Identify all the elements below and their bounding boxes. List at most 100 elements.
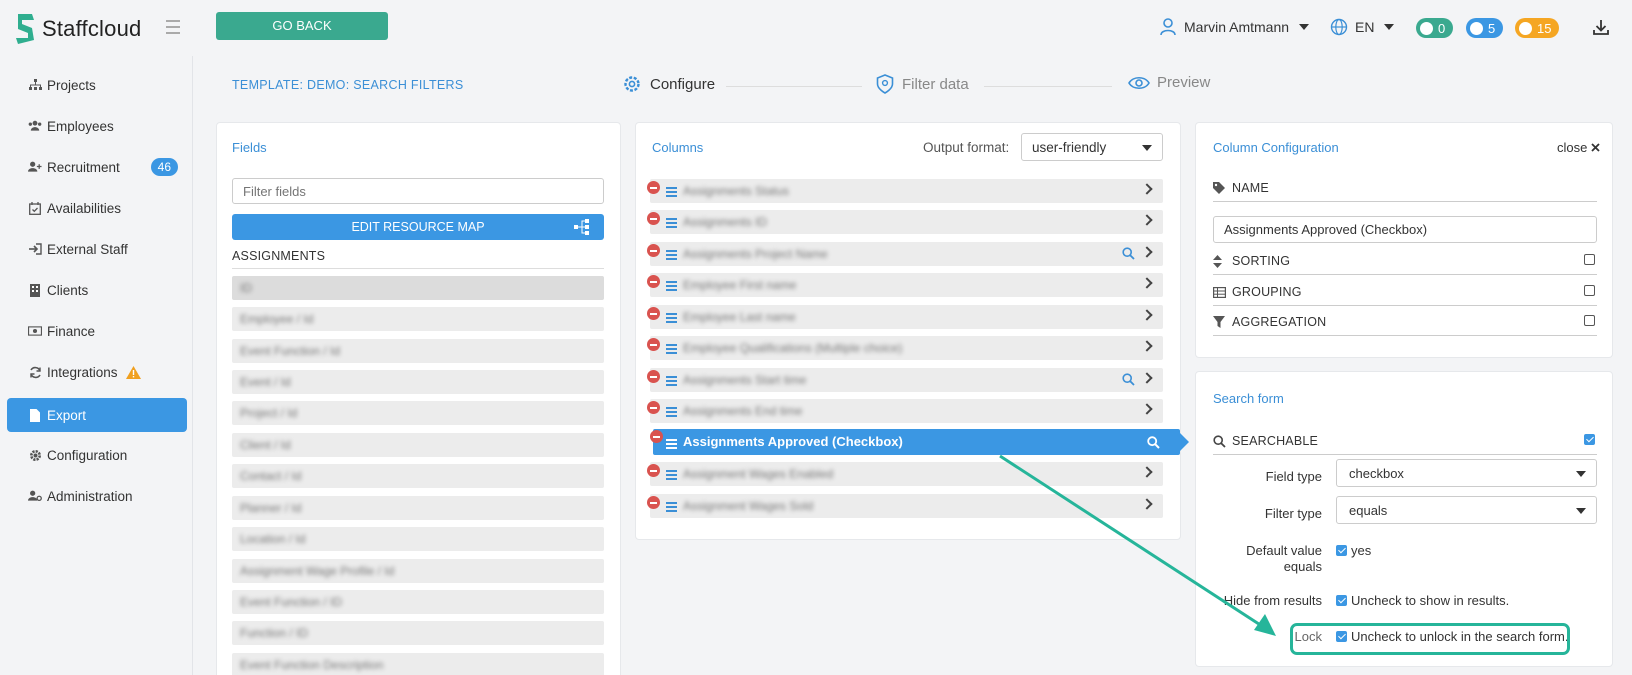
chevron-right-icon[interactable] — [1141, 246, 1153, 258]
language-code: EN — [1355, 19, 1375, 35]
hide-from-results-checkbox[interactable] — [1336, 595, 1347, 606]
sidebar-item-availabilities[interactable]: Availabilities — [7, 191, 187, 225]
chevron-right-icon[interactable] — [1141, 183, 1153, 195]
chevron-right-icon[interactable] — [1141, 340, 1153, 352]
drag-handle-icon[interactable] — [666, 281, 677, 293]
column-name-input[interactable]: Assignments Approved (Checkbox) — [1213, 216, 1597, 243]
column-row[interactable]: Assignments ID — [647, 210, 1163, 234]
download-icon[interactable] — [1592, 18, 1610, 36]
field-row[interactable]: Event Function / Id — [232, 339, 604, 363]
sorting-checkbox[interactable] — [1584, 254, 1595, 265]
sidebar-item-administration[interactable]: Administration — [7, 479, 187, 513]
pending-counter[interactable]: 15 — [1515, 18, 1560, 38]
field-row[interactable]: Event Function Description — [232, 653, 604, 675]
remove-icon[interactable] — [647, 370, 660, 383]
remove-icon[interactable] — [647, 464, 660, 477]
hide-from-results-text: Uncheck to show in results. — [1351, 593, 1510, 608]
remove-icon[interactable] — [647, 212, 660, 225]
sidebar-item-projects[interactable]: Projects — [7, 68, 187, 102]
sidebar-item-clients[interactable]: Clients — [7, 273, 187, 307]
remove-icon[interactable] — [647, 338, 660, 351]
close-button[interactable]: close — [1557, 140, 1600, 155]
column-row[interactable]: Assignments End time — [647, 399, 1163, 423]
drag-handle-icon[interactable] — [666, 470, 677, 482]
remove-icon[interactable] — [647, 307, 660, 320]
chevron-right-icon[interactable] — [1141, 466, 1153, 478]
field-row[interactable]: Employee / Id — [232, 307, 604, 331]
drag-handle-icon[interactable] — [666, 313, 677, 325]
drag-handle-icon[interactable] — [666, 344, 677, 356]
go-back-button[interactable]: GO BACK — [216, 12, 388, 40]
field-row[interactable]: Planner / Id — [232, 496, 604, 520]
edit-resource-map-button[interactable]: EDIT RESOURCE MAP — [232, 214, 604, 240]
drag-handle-icon[interactable] — [666, 407, 677, 419]
field-label: Function / ID — [240, 626, 309, 640]
chevron-right-icon[interactable] — [1141, 498, 1153, 510]
aggregation-label: AGGREGATION — [1232, 315, 1327, 329]
drag-handle-icon[interactable] — [666, 218, 677, 230]
column-row[interactable]: Employee First name — [647, 273, 1163, 297]
field-row[interactable]: Event Function / ID — [232, 590, 604, 614]
column-row[interactable]: Assignments Start time — [647, 368, 1163, 392]
remove-icon[interactable] — [647, 275, 660, 288]
menu-toggle-icon[interactable] — [166, 20, 180, 38]
field-row[interactable]: Location / Id — [232, 527, 604, 551]
grouping-checkbox[interactable] — [1584, 285, 1595, 296]
field-row[interactable]: Project / Id — [232, 401, 604, 425]
field-row[interactable]: Event / Id — [232, 370, 604, 394]
language-select[interactable]: EN — [1330, 18, 1395, 36]
filter-fields-input[interactable] — [232, 178, 604, 204]
remove-icon[interactable] — [647, 244, 660, 257]
notifications-counter[interactable]: 5 — [1466, 18, 1504, 38]
remove-icon[interactable] — [647, 181, 660, 194]
remove-icon[interactable] — [650, 430, 663, 443]
sidebar-item-integrations[interactable]: Integrations — [7, 355, 187, 389]
column-row-active[interactable]: Assignments Approved (Checkbox) — [650, 429, 1189, 455]
field-type-select[interactable]: checkbox — [1336, 459, 1597, 487]
user-menu[interactable]: Marvin Amtmann — [1160, 18, 1310, 36]
drag-handle-icon[interactable] — [666, 502, 677, 514]
column-row[interactable]: Assignments Status — [647, 179, 1163, 203]
column-label: Employee First name — [683, 278, 797, 292]
field-row[interactable]: Client / Id — [232, 433, 604, 457]
sidebar-item-finance[interactable]: Finance — [7, 314, 187, 348]
column-row[interactable]: Employee Last name — [647, 305, 1163, 329]
divider — [232, 268, 604, 269]
sidebar-item-external-staff[interactable]: External Staff — [7, 232, 187, 266]
filter-type-select[interactable]: equals — [1336, 496, 1597, 524]
aggregation-checkbox[interactable] — [1584, 315, 1595, 326]
column-label: Employee Qualifications (Multiple choice… — [683, 341, 903, 355]
drag-handle-icon[interactable] — [666, 439, 677, 451]
chat-counter[interactable]: 0 — [1416, 18, 1454, 38]
remove-icon[interactable] — [647, 496, 660, 509]
step-configure[interactable]: Configure — [622, 74, 715, 94]
chevron-right-icon[interactable] — [1141, 403, 1153, 415]
field-row[interactable]: Function / ID — [232, 621, 604, 645]
drag-handle-icon[interactable] — [666, 250, 677, 262]
chevron-right-icon[interactable] — [1141, 372, 1153, 384]
sidebar-item-configuration[interactable]: Configuration — [7, 438, 187, 472]
column-row[interactable]: Employee Qualifications (Multiple choice… — [647, 336, 1163, 360]
column-row[interactable]: Assignment Wages Enabled — [647, 462, 1163, 486]
field-row[interactable]: Assignment Wage Profile / Id — [232, 559, 604, 583]
chevron-right-icon[interactable] — [1141, 214, 1153, 226]
searchable-checkbox[interactable] — [1584, 434, 1595, 445]
column-row[interactable]: Assignments Project Name — [647, 242, 1163, 266]
field-row[interactable]: Contact / Id — [232, 464, 604, 488]
sidebar-item-employees[interactable]: Employees — [7, 109, 187, 143]
filter-type-label: Filter type — [1264, 506, 1322, 521]
sidebar-item-export[interactable]: Export — [7, 398, 187, 432]
output-format-select[interactable]: user-friendly — [1021, 133, 1163, 161]
drag-handle-icon[interactable] — [666, 187, 677, 199]
remove-icon[interactable] — [647, 401, 660, 414]
step-preview[interactable]: Preview — [1128, 74, 1210, 91]
chevron-right-icon[interactable] — [1141, 277, 1153, 289]
drag-handle-icon[interactable] — [666, 376, 677, 388]
chevron-right-icon[interactable] — [1141, 309, 1153, 321]
step-filter-data[interactable]: Filter data — [876, 74, 969, 94]
column-row[interactable]: Assignment Wages Sold — [647, 494, 1163, 518]
default-value-checkbox[interactable] — [1336, 545, 1347, 556]
sidebar-item-recruitment[interactable]: Recruitment 46 — [7, 150, 187, 184]
logo[interactable]: Staffcloud — [14, 12, 141, 46]
field-row[interactable]: ID — [232, 276, 604, 300]
